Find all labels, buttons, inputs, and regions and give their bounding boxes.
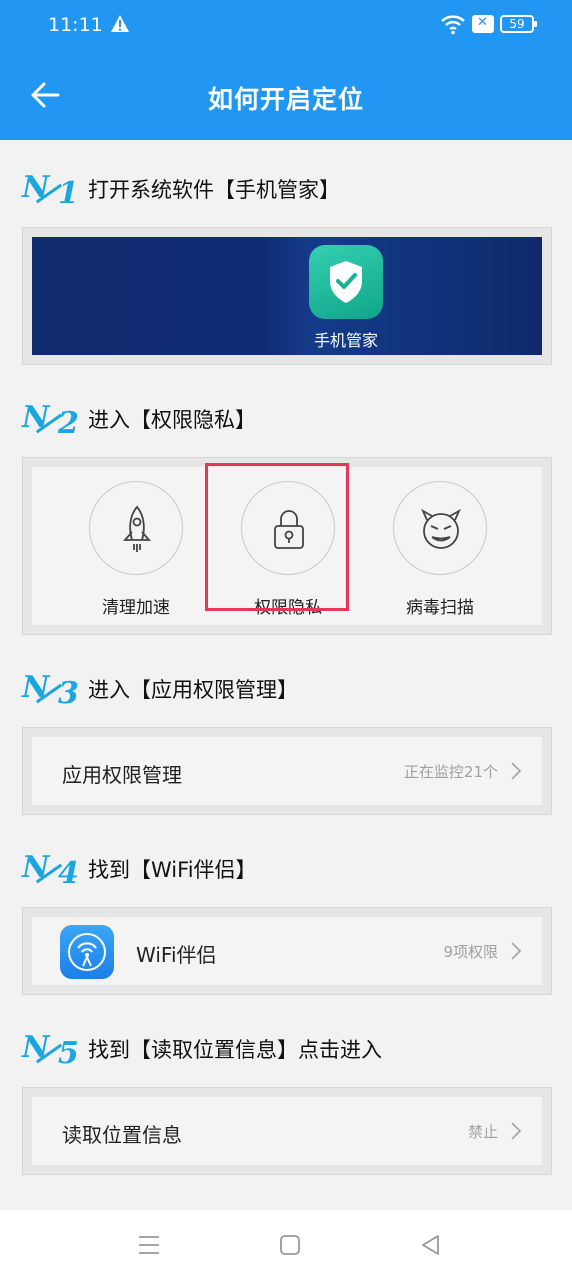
feature-cleanup[interactable]: 清理加速 — [60, 467, 210, 618]
app-permission-row[interactable]: 应用权限管理 正在监控21个 — [32, 737, 542, 805]
status-bar: 11:11 59 — [0, 0, 572, 52]
location-permission-row[interactable]: 读取位置信息 禁止 — [32, 1097, 542, 1165]
step-label: 进入【应用权限管理】 — [88, 678, 298, 702]
system-nav-bar — [0, 1210, 572, 1280]
feature-label: 清理加速 — [102, 598, 170, 618]
battery-icon: 59 — [500, 15, 537, 33]
step-label: 找到【WiFi伴侣】 — [88, 858, 257, 882]
feature-virus-scan[interactable]: 病毒扫描 — [364, 467, 514, 618]
shield-check-icon — [330, 261, 362, 303]
step-label: 打开系统软件【手机管家】 — [88, 178, 340, 202]
phone-manager-app-icon — [309, 245, 383, 319]
back-triangle-icon[interactable] — [418, 1232, 444, 1258]
row-status: 9项权限 — [443, 943, 498, 961]
home-icon[interactable] — [277, 1232, 303, 1258]
menu-icon[interactable] — [136, 1232, 162, 1258]
row-status: 禁止 — [467, 1123, 498, 1141]
step-card: 手机管家 — [22, 227, 552, 365]
title-bar: 如何开启定位 — [0, 52, 572, 140]
wifi-icon — [441, 15, 465, 35]
step-card: 清理加速 权限隐私 病毒扫描 — [22, 457, 552, 635]
devil-face-icon — [421, 508, 461, 549]
status-time: 11:11 — [48, 14, 103, 36]
feature-label: 病毒扫描 — [406, 598, 474, 618]
row-status: 正在监控21个 — [403, 763, 498, 781]
row-label: 应用权限管理 — [62, 763, 182, 787]
step-card: 应用权限管理 正在监控21个 — [22, 727, 552, 815]
warning-icon — [111, 15, 129, 32]
step-card: 读取位置信息 禁止 — [22, 1087, 552, 1175]
step-label: 进入【权限隐私】 — [88, 408, 256, 432]
page-title: 如何开启定位 — [207, 85, 364, 114]
wifi-signal-icon — [68, 933, 106, 971]
row-label: WiFi伴侣 — [136, 943, 217, 967]
highlight-box — [205, 463, 349, 611]
row-label: 读取位置信息 — [62, 1123, 182, 1147]
rocket-icon — [123, 505, 151, 552]
step-label: 找到【读取位置信息】点击进入 — [88, 1038, 382, 1062]
chevron-right-icon — [511, 942, 522, 960]
sim-disabled-icon — [472, 15, 494, 33]
wifi-companion-row[interactable]: WiFi伴侣 9项权限 — [32, 917, 542, 985]
step-number-badge: N4 — [22, 850, 79, 891]
step-number-badge: N2 — [22, 400, 79, 441]
app-banner: 手机管家 — [32, 237, 542, 355]
wifi-companion-app-icon — [60, 925, 114, 979]
step-card: WiFi伴侣 9项权限 — [22, 907, 552, 995]
step-number-badge: N1 — [22, 170, 79, 211]
step-number-badge: N3 — [22, 670, 79, 711]
chevron-right-icon — [511, 1122, 522, 1140]
chevron-right-icon — [511, 762, 522, 780]
step-number-badge: N5 — [22, 1030, 79, 1071]
app-name-label: 手机管家 — [313, 331, 378, 350]
